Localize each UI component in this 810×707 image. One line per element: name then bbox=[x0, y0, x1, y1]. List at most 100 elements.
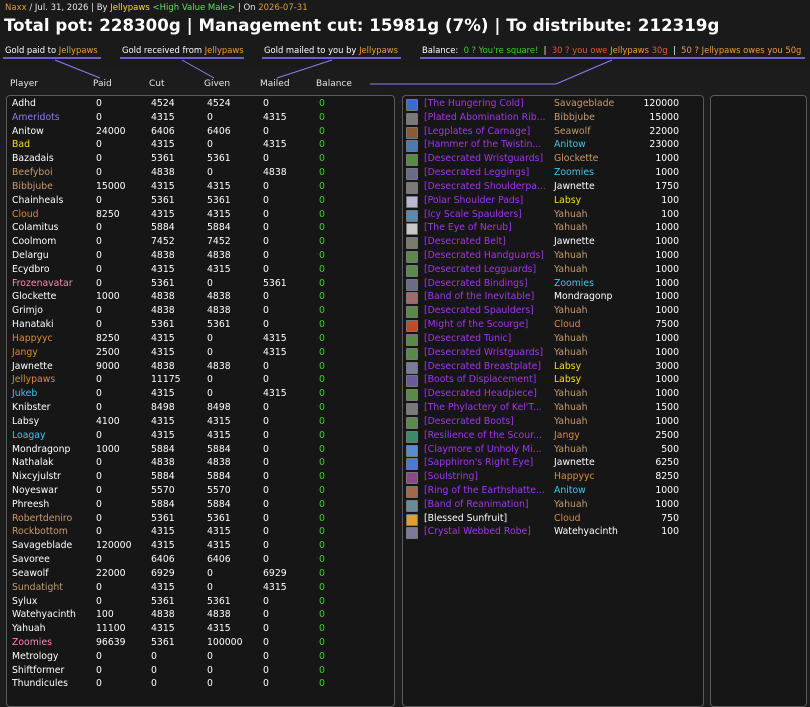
item-link[interactable]: [Desecrated Boots] bbox=[424, 416, 514, 427]
price-value: 750 bbox=[661, 512, 679, 524]
ring-icon bbox=[406, 499, 418, 512]
given-value: 0 bbox=[207, 567, 213, 579]
item-link[interactable]: [The Eye of Nerub] bbox=[424, 222, 512, 233]
item-link[interactable]: [Desecrated Tunic] bbox=[424, 333, 511, 344]
item-link[interactable]: [Band of Reanimation] bbox=[424, 499, 529, 510]
hammer-icon bbox=[406, 140, 418, 153]
list-item: [Desecrated Boots] Yahuah 1000 bbox=[403, 416, 703, 430]
table-row: Ameridots 0 4315 0 4315 0 bbox=[7, 112, 394, 126]
price-value: 1000 bbox=[655, 484, 679, 496]
item-link[interactable]: [Desecrated Bindings] bbox=[424, 278, 528, 289]
player-name: Seawolf bbox=[12, 567, 49, 579]
player-name: Jukeb bbox=[12, 388, 38, 400]
header-bar: Naxx / Jul. 31, 2026 | By Jellypaws <Hig… bbox=[0, 0, 810, 68]
price-value: 500 bbox=[661, 443, 679, 455]
balance-value: 0 bbox=[319, 153, 325, 165]
paid-value: 0 bbox=[96, 526, 102, 538]
mailed-value: 4315 bbox=[263, 111, 287, 123]
item-link[interactable]: [Desecrated Wristguards] bbox=[424, 153, 543, 164]
item-link[interactable]: [Desecrated Leggings] bbox=[424, 167, 529, 178]
boots-icon bbox=[406, 375, 418, 388]
item-link[interactable]: [Legplates of Carnage] bbox=[424, 126, 530, 137]
buyer-name: Savageblade bbox=[554, 98, 615, 109]
buyer-name: Jawnette bbox=[554, 236, 595, 248]
item-link[interactable]: [Desecrated Legguards] bbox=[424, 264, 536, 275]
cut-value: 4315 bbox=[151, 623, 175, 635]
table-row: Ecydbro 0 4315 4315 0 0 bbox=[7, 264, 394, 278]
mailed-value: 0 bbox=[263, 664, 269, 676]
item-link[interactable]: [Claymore of Unholy Mi... bbox=[424, 444, 542, 455]
balance-value: 0 bbox=[319, 540, 325, 552]
player-name: Phreesh bbox=[12, 498, 50, 510]
legs-icon bbox=[406, 126, 418, 139]
list-item: [The Eye of Nerub] Yahuah 1000 bbox=[403, 222, 703, 236]
item-link[interactable]: [Might of the Scourge] bbox=[424, 319, 528, 330]
item-link[interactable]: [Desecrated Spaulders] bbox=[424, 305, 534, 316]
item-link[interactable]: [Desecrated Shoulderpa... bbox=[424, 181, 546, 192]
price-value: 1000 bbox=[655, 250, 679, 262]
table-row: Jukeb 0 4315 0 4315 0 bbox=[7, 388, 394, 402]
item-link[interactable]: [Hammer of the Twistin... bbox=[424, 139, 541, 150]
mailed-value: 0 bbox=[263, 415, 269, 427]
col-player: Player bbox=[10, 79, 39, 89]
legs-icon bbox=[406, 168, 418, 181]
paid-value: 0 bbox=[96, 194, 102, 206]
item-link[interactable]: [Crystal Webbed Robe] bbox=[424, 526, 531, 537]
given-value: 0 bbox=[207, 581, 213, 593]
shoulder-icon bbox=[406, 209, 418, 222]
item-link[interactable]: [Ring of the Earthshatte... bbox=[424, 485, 545, 496]
balance-value: 0 bbox=[319, 277, 325, 289]
polearm-icon bbox=[406, 223, 418, 236]
col-cut: Cut bbox=[149, 79, 165, 89]
cut-value: 5884 bbox=[151, 471, 175, 483]
player-name: Jawnette bbox=[12, 360, 53, 372]
buyer-name: Watehyacinth bbox=[554, 526, 618, 538]
cut-value: 4315 bbox=[151, 180, 175, 192]
given-value: 4838 bbox=[207, 250, 231, 262]
item-link[interactable]: [Plated Abomination Rib... bbox=[424, 112, 546, 123]
player-name: Frozenavatar bbox=[12, 277, 73, 289]
player-name: Coolmom bbox=[12, 236, 57, 248]
player-name: Bazadais bbox=[12, 153, 54, 165]
item-link[interactable]: [Resilience of the Scour... bbox=[424, 430, 542, 441]
item-link[interactable]: [Soulstring] bbox=[424, 471, 478, 482]
item-link[interactable]: [The Hungering Cold] bbox=[424, 98, 524, 109]
mailed-value: 0 bbox=[263, 208, 269, 220]
paid-value: 120000 bbox=[96, 540, 132, 552]
item-link[interactable]: [Blessed Sunfruit] bbox=[424, 513, 507, 524]
item-link[interactable]: [Polar Shoulder Pads] bbox=[424, 195, 523, 206]
item-link[interactable]: [Desecrated Breastplate] bbox=[424, 361, 541, 372]
price-value: 23000 bbox=[649, 139, 679, 151]
buyer-name: Yahuah bbox=[554, 263, 588, 275]
table-row: Savageblade 120000 4315 4315 0 0 bbox=[7, 540, 394, 554]
balance-value: 0 bbox=[319, 457, 325, 469]
item-link[interactable]: [Band of the Inevitable] bbox=[424, 291, 534, 302]
paid-value: 4100 bbox=[96, 415, 120, 427]
player-name: Sylux bbox=[12, 595, 38, 607]
buyer-name: Jangy bbox=[554, 429, 580, 441]
item-link[interactable]: [Desecrated Headpiece] bbox=[424, 388, 537, 399]
mailed-value: 0 bbox=[263, 291, 269, 303]
item-link[interactable]: [Sapphiron's Right Eye] bbox=[424, 457, 533, 468]
mailed-value: 4315 bbox=[263, 139, 287, 151]
balance-value: 0 bbox=[319, 650, 325, 662]
player-name: Glockette bbox=[12, 291, 57, 303]
item-link[interactable]: [Icy Scale Spaulders] bbox=[424, 209, 522, 220]
buyer-name: Happyyc bbox=[554, 471, 595, 483]
item-link[interactable]: [The Phylactery of Kel'T... bbox=[424, 402, 542, 413]
list-item: [Desecrated Spaulders] Yahuah 1000 bbox=[403, 305, 703, 319]
item-link[interactable]: [Desecrated Wristguards] bbox=[424, 347, 543, 358]
raid-date: Jul. 31, 2026 bbox=[34, 3, 89, 13]
mailed-value: 0 bbox=[263, 236, 269, 248]
cut-value: 4315 bbox=[151, 415, 175, 427]
raid-link[interactable]: Naxx bbox=[5, 3, 27, 13]
item-link[interactable]: [Desecrated Handguards] bbox=[424, 250, 544, 261]
paid-value: 0 bbox=[96, 650, 102, 662]
item-link[interactable]: [Desecrated Belt] bbox=[424, 236, 506, 247]
table-row: Delargu 0 4838 4838 0 0 bbox=[7, 250, 394, 264]
mailed-value: 4315 bbox=[263, 388, 287, 400]
item-link[interactable]: [Boots of Displacement] bbox=[424, 374, 536, 385]
list-item: [The Hungering Cold] Savageblade 120000 bbox=[403, 98, 703, 112]
legend-paid: Gold paid to Jellypaws bbox=[5, 45, 98, 55]
price-value: 1000 bbox=[655, 305, 679, 317]
